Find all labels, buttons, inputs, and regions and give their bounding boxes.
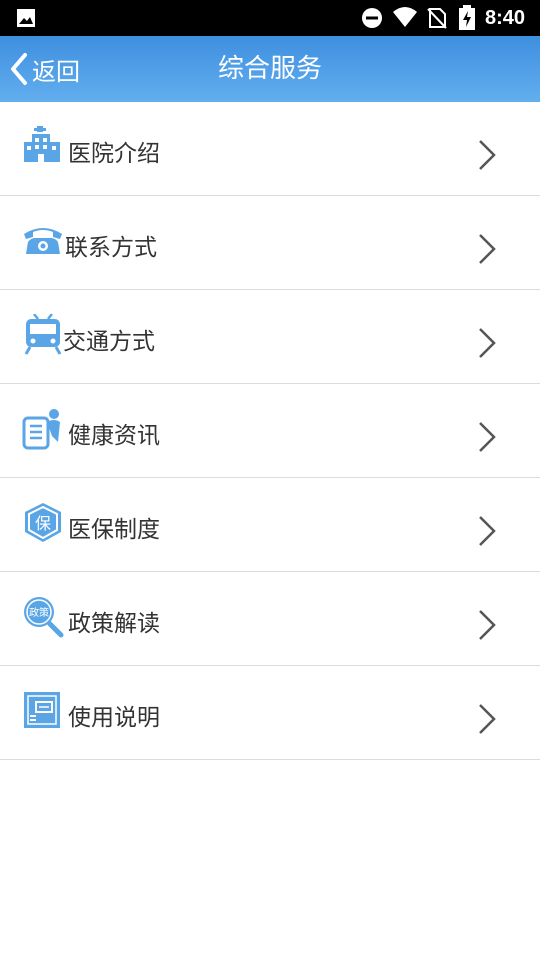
menu-item-label: 医院介绍: [68, 141, 160, 167]
menu-item-label: 医保制度: [68, 517, 160, 543]
insurance-shield-icon: 保: [25, 503, 61, 542]
menu-item-label: 健康资讯: [68, 423, 160, 449]
svg-text:保: 保: [35, 514, 51, 533]
menu-item-label: 联系方式: [65, 235, 157, 261]
menu-item-medical-insurance[interactable]: 保 医保制度: [0, 478, 540, 572]
chevron-right-icon: [479, 422, 496, 452]
image-icon: [17, 9, 35, 27]
chevron-right-icon: [479, 234, 496, 264]
menu-item-label: 政策解读: [68, 611, 160, 637]
hospital-icon: [24, 126, 60, 162]
no-sim-icon: [427, 8, 447, 29]
chevron-left-icon: [11, 53, 27, 85]
menu-item-user-guide[interactable]: 使用说明: [0, 666, 540, 760]
telephone-icon: [24, 228, 62, 254]
menu-item-transport[interactable]: 交通方式: [0, 290, 540, 384]
wifi-icon: [393, 7, 417, 27]
chevron-right-icon: [479, 610, 496, 640]
service-menu-list: 医院介绍 联系方式 交通方式 健康资讯 保 医保制度 政策 政策解读 使用说明: [0, 102, 540, 760]
menu-item-label: 交通方式: [63, 329, 155, 355]
header-bar: 返回 综合服务: [0, 36, 540, 102]
back-label: 返回: [32, 57, 80, 86]
status-bar: 8:40: [0, 0, 540, 36]
chevron-right-icon: [479, 516, 496, 546]
battery-charging-icon: [459, 5, 475, 30]
chevron-right-icon: [479, 328, 496, 358]
page-title: 综合服务: [217, 54, 322, 84]
menu-item-health-news[interactable]: 健康资讯: [0, 384, 540, 478]
menu-item-label: 使用说明: [68, 705, 160, 731]
manual-book-icon: [24, 692, 60, 728]
health-news-icon: [22, 409, 60, 450]
chevron-right-icon: [479, 140, 496, 170]
chevron-right-icon: [479, 704, 496, 734]
svg-text:政策: 政策: [29, 606, 49, 619]
menu-item-policy[interactable]: 政策 政策解读: [0, 572, 540, 666]
menu-item-hospital-intro[interactable]: 医院介绍: [0, 102, 540, 196]
do-not-disturb-icon: [362, 8, 382, 28]
status-time: 8:40: [485, 7, 526, 29]
menu-item-contact[interactable]: 联系方式: [0, 196, 540, 290]
back-button[interactable]: 返回: [8, 46, 80, 92]
policy-magnifier-icon: 政策: [24, 597, 64, 638]
train-icon: [24, 314, 62, 355]
